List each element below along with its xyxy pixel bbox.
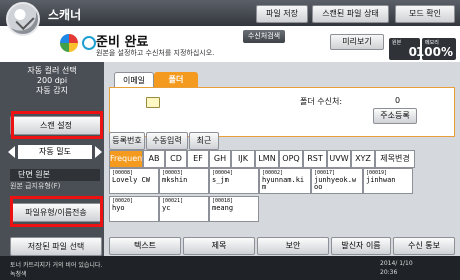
density-control: 자동 밀도 <box>8 145 102 159</box>
filter-ef[interactable]: EF <box>187 150 209 168</box>
preview-button[interactable]: 미리보기 <box>330 34 384 50</box>
original-feed-sub: 원본 급지유형(F) <box>10 182 61 190</box>
filter-rst[interactable]: RST <box>303 150 327 168</box>
ready-ring-icon <box>82 36 96 50</box>
auto-detect: 자동 감지 <box>36 86 68 95</box>
toner-color: 녹청색 <box>10 271 27 278</box>
dest-search-button[interactable]: 수신처검색 <box>243 30 285 43</box>
folder-dest-count: 0 <box>395 96 401 105</box>
filter-gh[interactable]: GH <box>209 150 231 168</box>
dest-entry[interactable]: [00017] junhyeok.w oo <box>311 168 363 194</box>
filter-opq[interactable]: OPQ <box>279 150 303 168</box>
sender-name-button[interactable]: 발신자 이름 <box>331 237 391 255</box>
filter-ijk[interactable]: IJK <box>231 150 255 168</box>
dest-entry[interactable]: [00018] meang <box>209 196 259 222</box>
color-mode: 자동 컬러 선택 <box>27 66 77 75</box>
filter-ab[interactable]: AB <box>143 150 165 168</box>
save-file-button[interactable]: 파일 저장 <box>256 5 308 23</box>
highlight-scan-settings <box>11 111 103 139</box>
subject-button[interactable]: 제목 <box>183 237 255 255</box>
tab-folder[interactable]: 폴더 <box>154 72 198 87</box>
scanner-screen: 스캐너 파일 저장 스캔된 파일 상태 모드 확인 준비 완료 원본을 설정하고… <box>0 0 460 280</box>
stored-file-button[interactable]: 저장된 파일 선택 <box>10 237 102 256</box>
footer-bar: 토너 카트리지가 거의 비어 있습니다. 녹청색 2014/ 1/10 20:3… <box>0 256 460 280</box>
folder-dest-label: 폴더 수신처: <box>300 97 343 106</box>
memory-counter: 메모리 100% <box>416 38 456 60</box>
density-increase-icon[interactable] <box>95 146 102 158</box>
dest-entry[interactable]: [00003] mkshin <box>159 168 209 194</box>
address-register-button[interactable]: 주소등록 <box>373 108 417 124</box>
memory-value: 100% <box>415 45 453 59</box>
receipt-notice-button[interactable]: 수신 통보 <box>393 237 455 255</box>
resolution: 200 dpi <box>36 76 68 85</box>
dest-entry[interactable]: [00021] yc <box>159 196 209 222</box>
color-status-icon <box>60 34 78 52</box>
scanned-file-status-button[interactable]: 스캔된 파일 상태 <box>312 5 389 23</box>
dest-entry[interactable]: [00004] s_jm <box>209 168 259 194</box>
filter-cd[interactable]: CD <box>165 150 187 168</box>
manual-input-button[interactable]: 수동입력 <box>146 132 188 150</box>
filter-lmn[interactable]: LMN <box>255 150 279 168</box>
toner-warning: 토너 카트리지가 거의 비어 있습니다. <box>10 262 103 269</box>
density-decrease-icon[interactable] <box>8 146 15 158</box>
filter-frequent[interactable]: Frequent <box>109 150 145 168</box>
highlight-file-type <box>10 196 103 227</box>
original-feed-label: 단면 원본 <box>10 169 100 181</box>
filter-uvw[interactable]: UVW <box>327 150 351 168</box>
app-title: 스캐너 <box>48 8 82 22</box>
scan-info: 자동 컬러 선택 200 dpi 자동 감지 <box>0 66 104 96</box>
recent-button[interactable]: 최근 <box>189 132 219 150</box>
footer-date: 2014/ 1/10 <box>380 260 413 267</box>
reg-number-button[interactable]: 등록번호 <box>109 132 145 150</box>
dest-entry[interactable]: [00002] hyunnam.ki m <box>259 168 311 194</box>
instruction-text: 원본을 설정하고 수신처를 지정하십시오. <box>96 49 215 57</box>
dest-entry[interactable]: [00019] jinhwan <box>363 168 413 194</box>
folder-icon <box>146 97 160 108</box>
security-button[interactable]: 보안 <box>257 237 329 255</box>
scanner-app-icon <box>6 2 40 36</box>
text-button[interactable]: 텍스트 <box>109 237 181 255</box>
filter-xyz[interactable]: XYZ <box>351 150 375 168</box>
footer-time: 20:36 <box>380 269 398 276</box>
originals-label: 원본 <box>392 40 402 46</box>
dest-entry[interactable]: [00020] hyo <box>109 196 159 222</box>
mode-check-button[interactable]: 모드 확인 <box>395 5 455 23</box>
change-title-button[interactable]: 제목변경 <box>375 150 415 168</box>
density-label: 자동 밀도 <box>18 145 92 159</box>
dest-entry[interactable]: [00008] Lovely CW <box>109 168 159 194</box>
